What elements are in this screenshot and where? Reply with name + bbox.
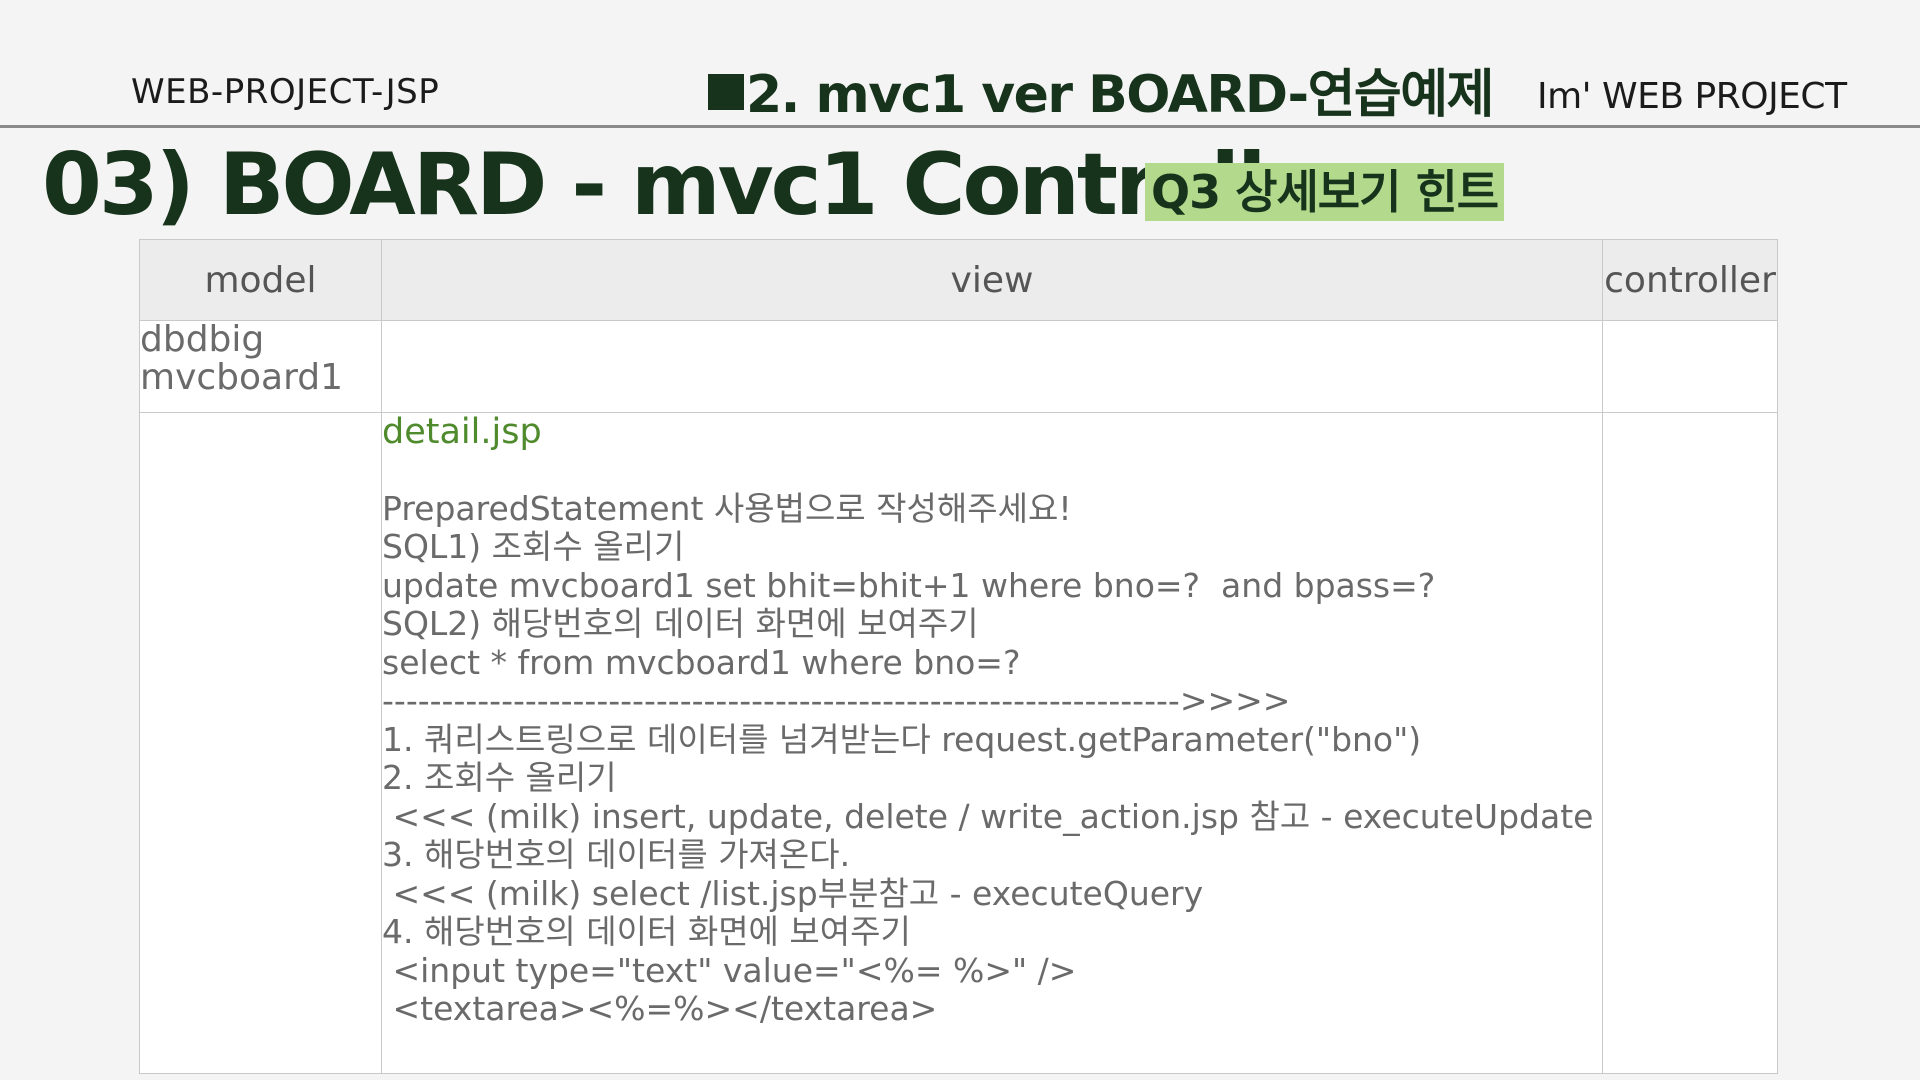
instruction-line: PreparedStatement 사용법으로 작성해주세요!	[382, 488, 1072, 528]
header-model: model	[139, 239, 382, 321]
square-bullet-icon	[708, 74, 744, 110]
instruction-line: <textarea><%=%></textarea>	[382, 989, 938, 1028]
instruction-line: 2. 조회수 올리기	[382, 758, 617, 797]
instruction-line: <<< (milk) select /list.jsp부분참고 - execut…	[382, 873, 1204, 913]
view-cell: detail.jsp PreparedStatement 사용법으로 작성해주세…	[381, 412, 1603, 1074]
instruction-line: SQL2) 해당번호의 데이터 화면에 보여주기	[382, 604, 979, 643]
instruction-line: SQL1) 조회수 올리기	[382, 527, 685, 566]
model-cell-empty	[139, 412, 382, 1074]
instruction-line: 3. 해당번호의 데이터를 가져온다.	[382, 835, 851, 874]
mvc-table: model view controller dbdbig mvcboard1 d…	[139, 239, 1778, 1074]
instruction-line: select * from mvcboard1 where bno=?	[382, 642, 1021, 682]
header-right-title: Im' WEB PROJECT	[1537, 76, 1847, 117]
view-file-name: detail.jsp	[382, 412, 542, 452]
table-row-model: dbdbig mvcboard1	[139, 319, 1778, 413]
header-controller: controller	[1602, 239, 1778, 321]
controller-cell-empty	[1602, 412, 1778, 1074]
model-cell: dbdbig mvcboard1	[139, 319, 382, 413]
header-view: view	[381, 239, 1603, 321]
instruction-line: 1. 쿼리스트링으로 데이터를 넘겨받는다 request.getParamet…	[382, 719, 1422, 759]
hint-badge: Q3 상세보기 힌트	[1145, 163, 1505, 221]
model-table-name: mvcboard1	[140, 357, 344, 398]
model-db-name: dbdbig	[140, 319, 265, 360]
header-center-title: 2. mvc1 ver BOARD-연습예제	[708, 52, 1494, 127]
header-center-text: 2. mvc1 ver BOARD-연습예제	[746, 65, 1494, 125]
table-row-view: detail.jsp PreparedStatement 사용법으로 작성해주세…	[139, 412, 1778, 1074]
view-cell-empty	[381, 320, 1603, 413]
instruction-line: ----------------------------------------…	[382, 681, 1291, 720]
header-divider	[0, 125, 1920, 128]
instruction-line: 4. 해당번호의 데이터 화면에 보여주기	[382, 912, 911, 951]
instruction-line: <input type="text" value="<%= %>" />	[382, 950, 1077, 990]
table-header-row: model view controller	[139, 239, 1778, 321]
controller-cell-empty	[1602, 320, 1778, 413]
instruction-line: update mvcboard1 set bhit=bhit+1 where b…	[382, 565, 1436, 605]
header-left-title: WEB-PROJECT-JSP	[131, 72, 440, 112]
instruction-line: <<< (milk) insert, update, delete / writ…	[382, 796, 1594, 836]
